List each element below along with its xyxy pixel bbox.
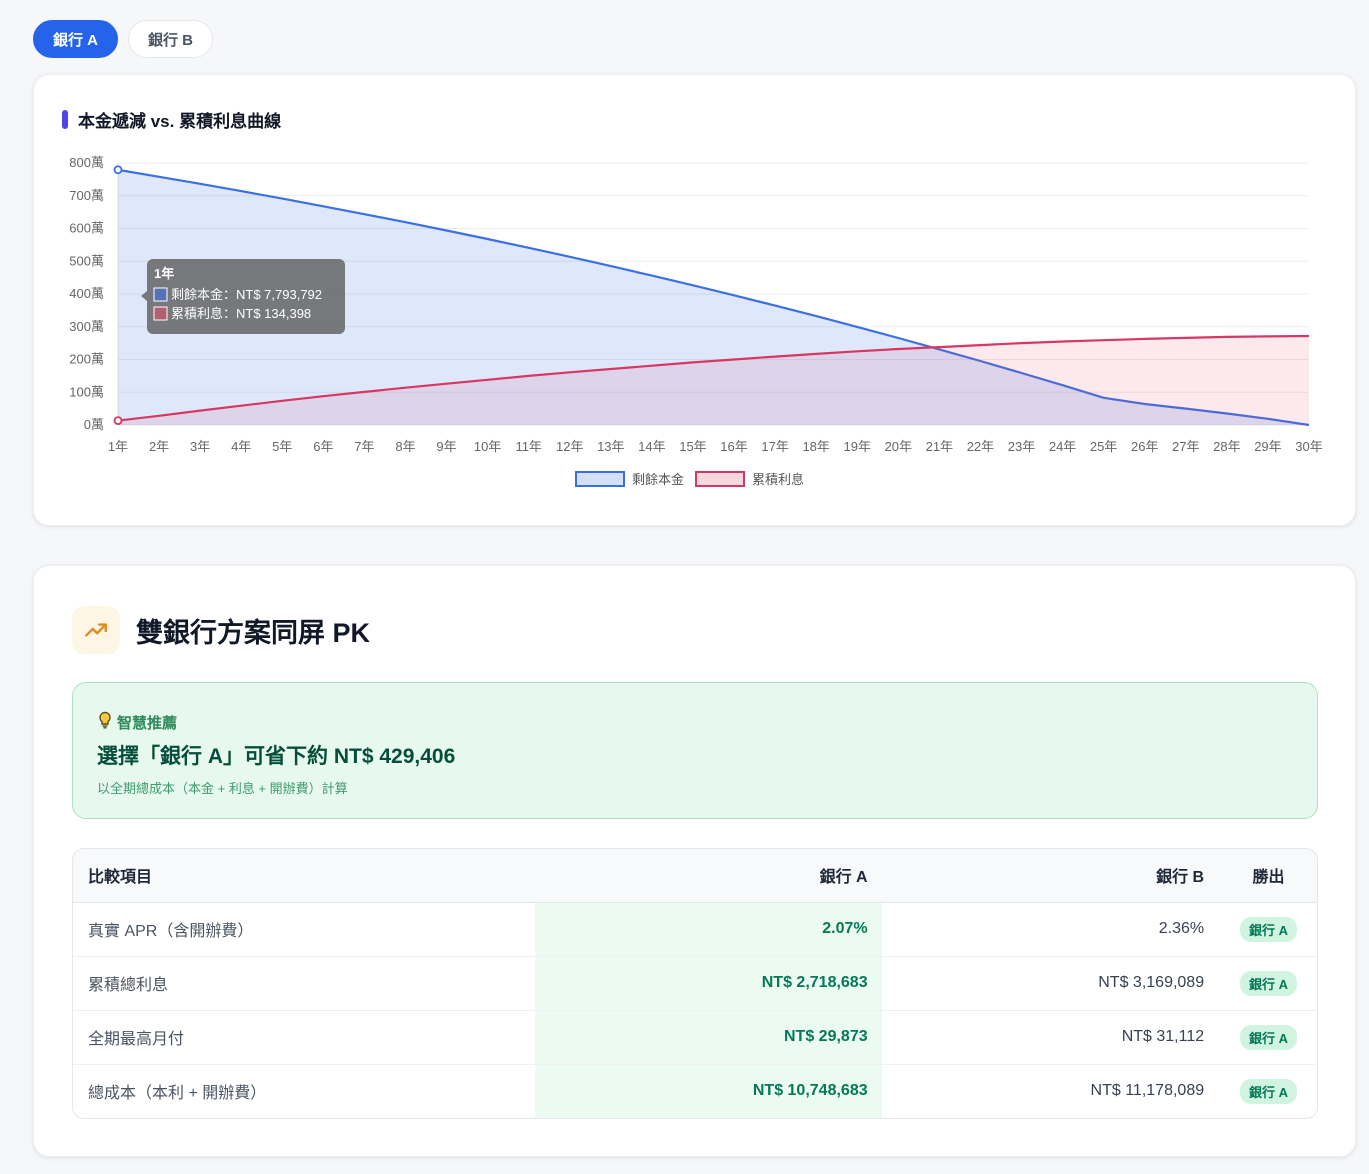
pk-header: 雙銀行方案同屏 PK — [72, 606, 370, 654]
recommendation-label: 智慧推薦 — [97, 711, 177, 733]
x-tick-label: 6年 — [313, 439, 333, 454]
row-bank-b-value: NT$ 3,169,089 — [881, 956, 1221, 1011]
tooltip-title: 1年 — [154, 266, 174, 281]
x-tick-label: 5年 — [272, 439, 292, 454]
row-bank-b-value: NT$ 11,178,089 — [1090, 1082, 1205, 1100]
recommendation-box: 智慧推薦 選擇「銀行 A」可省下約 NT$ 429,406 以全期總成本（本金 … — [72, 682, 1318, 819]
y-tick-label: 400萬 — [69, 286, 104, 301]
header-item: 比較項目 — [73, 849, 536, 903]
bank-tabs: 銀行 A 銀行 B — [33, 20, 214, 58]
chart-canvas[interactable]: 0萬 100萬 200萬 300萬 400萬 500萬 600萬 700萬 800萬 1年 2年 3年… — [34, 75, 1357, 527]
legend-swatch — [695, 471, 746, 487]
legend-swatch — [575, 471, 625, 487]
y-tick-label: 600萬 — [69, 221, 104, 236]
x-tick-label: 28年 — [1213, 439, 1240, 454]
x-tick-label: 24年 — [1049, 439, 1076, 454]
x-tick-label: 19年 — [844, 439, 871, 454]
row-bank-b-value: 2.36% — [881, 902, 1221, 957]
x-tick-label: 17年 — [761, 439, 788, 454]
header-winner: 勝出 — [1220, 849, 1317, 903]
x-tick-label: 23年 — [1008, 439, 1035, 454]
table-row: 真實 APR（含開辦費） 2.07% 2.36% 銀行 A — [73, 902, 1317, 957]
row-item: 累積總利息 — [73, 956, 536, 1011]
tooltip-swatch — [153, 306, 168, 321]
recommendation-label-text: 智慧推薦 — [117, 714, 178, 732]
x-tick-label: 12年 — [556, 439, 583, 454]
tab-bank-a[interactable]: 銀行 A — [33, 20, 119, 58]
x-tick-label: 4年 — [231, 439, 251, 454]
y-tick-label: 500萬 — [69, 253, 104, 268]
x-tick-label: 11年 — [515, 439, 542, 454]
tooltip-line: 累積利息：NT$ 134,398 — [171, 306, 311, 321]
legend-label: 累積利息 — [752, 472, 804, 487]
x-tick-label: 2年 — [149, 439, 169, 454]
row-item: 真實 APR（含開辦費） — [73, 902, 536, 957]
recommendation-sub: 以全期總成本（本金 + 利息 + 開辦費）計算 — [97, 781, 348, 796]
row-bank-a-value: NT$ 10,748,683 — [535, 1064, 882, 1118]
winner-badge: 銀行 A — [1240, 1078, 1298, 1104]
series-point-2 — [113, 416, 123, 425]
x-tick-label: 7年 — [354, 439, 374, 454]
y-tick-label: 300萬 — [69, 319, 104, 334]
legend-label: 剩餘本金 — [632, 472, 684, 487]
winner-badge: 銀行 A — [1240, 916, 1298, 942]
x-tick-label: 3年 — [190, 439, 210, 454]
row-bank-a-value: 2.07% — [535, 902, 882, 957]
tooltip-line: 剩餘本金：NT$ 7,793,792 — [171, 287, 322, 302]
comparison-table: 比較項目 銀行 A 銀行 B 勝出 真實 APR（含開辦費） 2.07% 2.3… — [72, 848, 1318, 1119]
header-bank-b: 銀行 B — [881, 849, 1221, 903]
y-tick-label: 700萬 — [69, 188, 104, 203]
x-tick-label: 9年 — [436, 439, 456, 454]
chart-card: 本金遞減 vs. 累積利息曲線 0萬 100萬 200萬 300萬 400萬 500萬 60… — [33, 74, 1356, 526]
x-tick-label: 22年 — [967, 439, 994, 454]
x-tick-label: 29年 — [1254, 439, 1281, 454]
tab-bank-b[interactable]: 銀行 B — [128, 20, 214, 58]
row-bank-a-value: NT$ 2,718,683 — [535, 956, 882, 1011]
x-tick-label: 1年 — [108, 439, 128, 454]
lightbulb-icon — [97, 711, 113, 733]
x-tick-label: 13年 — [597, 439, 624, 454]
y-tick-label: 0萬 — [84, 417, 104, 432]
table-row: 累積總利息 NT$ 2,718,683 NT$ 3,169,089 銀行 A — [73, 956, 1317, 1011]
x-tick-label: 26年 — [1131, 439, 1158, 454]
x-tick-label: 30年 — [1295, 439, 1322, 454]
x-tick-label: 14年 — [638, 439, 665, 454]
row-item: 總成本（本利 + 開辦費） — [88, 1085, 267, 1103]
table-row: 全期最高月付 NT$ 29,873 NT$ 31,112 銀行 A — [73, 1010, 1317, 1065]
pk-title: 雙銀行方案同屏 PK — [136, 617, 371, 648]
x-tick-label: 18年 — [802, 439, 829, 454]
x-tick-label: 16年 — [720, 439, 747, 454]
row-bank-a-value: NT$ 29,873 — [535, 1010, 882, 1065]
x-tick-label: 8年 — [395, 439, 415, 454]
pk-card: 雙銀行方案同屏 PK 智慧推薦 選擇「銀行 A」可省下約 NT$ 429,406… — [33, 565, 1356, 1157]
table-header-row: 比較項目 銀行 A 銀行 B 勝出 — [73, 849, 1317, 903]
tooltip-swatch — [153, 287, 168, 302]
y-tick-label: 100萬 — [69, 384, 104, 399]
series-point-1 — [113, 165, 123, 175]
x-tick-label: 20年 — [885, 439, 912, 454]
table-row: 總成本（本利 + 開辦費） NT$ 10,748,683 NT$ 11,178,… — [73, 1064, 1317, 1118]
x-tick-label: 10年 — [474, 439, 501, 454]
y-tick-label: 200萬 — [69, 352, 104, 367]
y-tick-label: 800萬 — [69, 155, 104, 170]
recommendation-main: 選擇「銀行 A」可省下約 NT$ 429,406 — [97, 745, 456, 768]
row-item: 全期最高月付 — [73, 1010, 536, 1065]
header-bank-a: 銀行 A — [535, 849, 882, 903]
x-tick-label: 15年 — [679, 439, 706, 454]
trending-up-icon — [72, 606, 120, 654]
winner-badge: 銀行 A — [1240, 970, 1298, 996]
row-bank-b-value: NT$ 31,112 — [881, 1010, 1221, 1065]
x-tick-label: 21年 — [926, 439, 953, 454]
x-tick-label: 27年 — [1172, 439, 1199, 454]
winner-badge: 銀行 A — [1240, 1024, 1298, 1050]
x-tick-label: 25年 — [1090, 439, 1117, 454]
